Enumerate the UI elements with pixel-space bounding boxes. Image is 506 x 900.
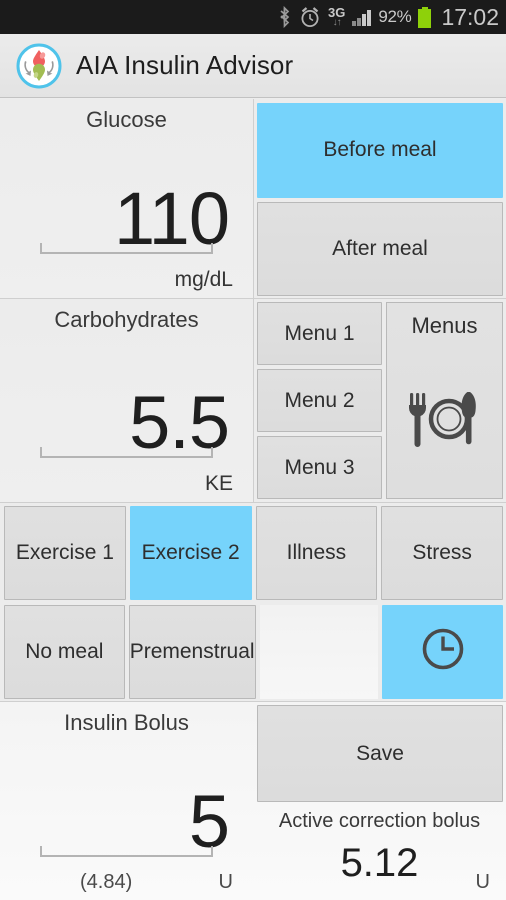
time-picker-button[interactable] <box>382 605 503 699</box>
bluetooth-icon <box>277 6 292 28</box>
glucose-label: Glucose <box>86 107 167 132</box>
app-title: AIA Insulin Advisor <box>76 50 294 80</box>
insulin-bolus-computed: (4.84) <box>80 871 133 893</box>
exercise-1-button[interactable]: Exercise 1 <box>4 506 126 600</box>
after-meal-button[interactable]: After meal <box>257 201 503 296</box>
before-meal-button[interactable]: Before meal <box>257 103 503 198</box>
insulin-bolus-pane: Insulin Bolus 5 (4.84) U <box>0 702 253 900</box>
main-content: Glucose 110 mg/dL Before meal After meal… <box>0 99 506 900</box>
battery-percent-label: 92% <box>378 7 412 26</box>
meal-state-pane: Before meal After meal <box>253 99 506 298</box>
empty-slot <box>259 605 379 699</box>
menus-title: Menus <box>411 313 478 338</box>
alarm-icon <box>299 6 321 28</box>
status-clock: 17:02 <box>441 3 499 30</box>
stress-button[interactable]: Stress <box>381 506 503 600</box>
carbohydrates-field[interactable]: Carbohydrates 5.5 KE <box>0 299 253 502</box>
insulin-bolus-unit: U <box>218 871 233 893</box>
signal-icon <box>352 9 372 26</box>
battery-icon <box>418 6 432 28</box>
menu-1-button[interactable]: Menu 1 <box>257 302 382 365</box>
app-screen: 3G ↓↑ 92% 17:02 AIA Insulin Advisor Gluc… <box>0 0 506 900</box>
data-arrows-icon: ↓↑ <box>332 17 342 28</box>
carbohydrates-unit: KE <box>204 472 233 495</box>
active-correction-bolus: Active correction bolus 5.12 U <box>253 802 506 900</box>
clock-icon <box>420 626 466 678</box>
cutlery-icon <box>402 339 488 498</box>
aia-app-logo-icon <box>16 43 62 89</box>
carbohydrates-input-underline <box>40 447 213 458</box>
row-glucose: Glucose 110 mg/dL Before meal After meal <box>0 99 506 298</box>
row-bolus: Insulin Bolus 5 (4.84) U Save Active cor… <box>0 702 506 900</box>
active-correction-label: Active correction bolus <box>278 810 481 832</box>
insulin-bolus-field[interactable]: Insulin Bolus 5 (4.84) U <box>0 702 253 900</box>
menu-3-button[interactable]: Menu 3 <box>257 436 382 499</box>
exercise-2-button[interactable]: Exercise 2 <box>129 506 252 600</box>
status-bar: 3G ↓↑ 92% 17:02 <box>0 0 506 34</box>
row-states: No meal Premenstrual <box>0 602 506 701</box>
save-and-correction-pane: Save Active correction bolus 5.12 U <box>253 702 506 900</box>
3g-icon: 3G ↓↑ <box>328 6 345 28</box>
insulin-bolus-label: Insulin Bolus <box>64 710 189 735</box>
illness-button[interactable]: Illness <box>255 506 378 600</box>
glucose-input-underline <box>40 243 213 254</box>
glucose-field[interactable]: Glucose 110 mg/dL <box>0 99 253 298</box>
carbohydrates-pane: Carbohydrates 5.5 KE <box>0 299 253 502</box>
premenstrual-button[interactable]: Premenstrual <box>128 605 256 699</box>
active-correction-unit: U <box>475 871 490 893</box>
title-bar: AIA Insulin Advisor <box>0 34 506 98</box>
no-meal-button[interactable]: No meal <box>4 605 125 699</box>
save-button[interactable]: Save <box>257 705 503 802</box>
row-factors: Exercise 1 Exercise 2 Illness Stress <box>0 503 506 602</box>
carbohydrates-label: Carbohydrates <box>54 307 199 332</box>
menu-2-button[interactable]: Menu 2 <box>257 369 382 432</box>
menus-panel-button[interactable]: Menus <box>386 302 503 499</box>
insulin-bolus-input-underline <box>40 846 213 857</box>
menus-pane: Menu 1 Menu 2 Menu 3 Menus <box>253 299 506 502</box>
glucose-pane: Glucose 110 mg/dL <box>0 99 253 298</box>
menu-buttons-column: Menu 1 Menu 2 Menu 3 <box>257 302 382 499</box>
active-correction-value: 5.12 <box>340 841 419 885</box>
save-button-wrap: Save <box>253 702 506 802</box>
row-carbohydrates: Carbohydrates 5.5 KE Menu 1 Menu 2 Menu … <box>0 299 506 502</box>
glucose-unit: mg/dL <box>174 268 233 291</box>
